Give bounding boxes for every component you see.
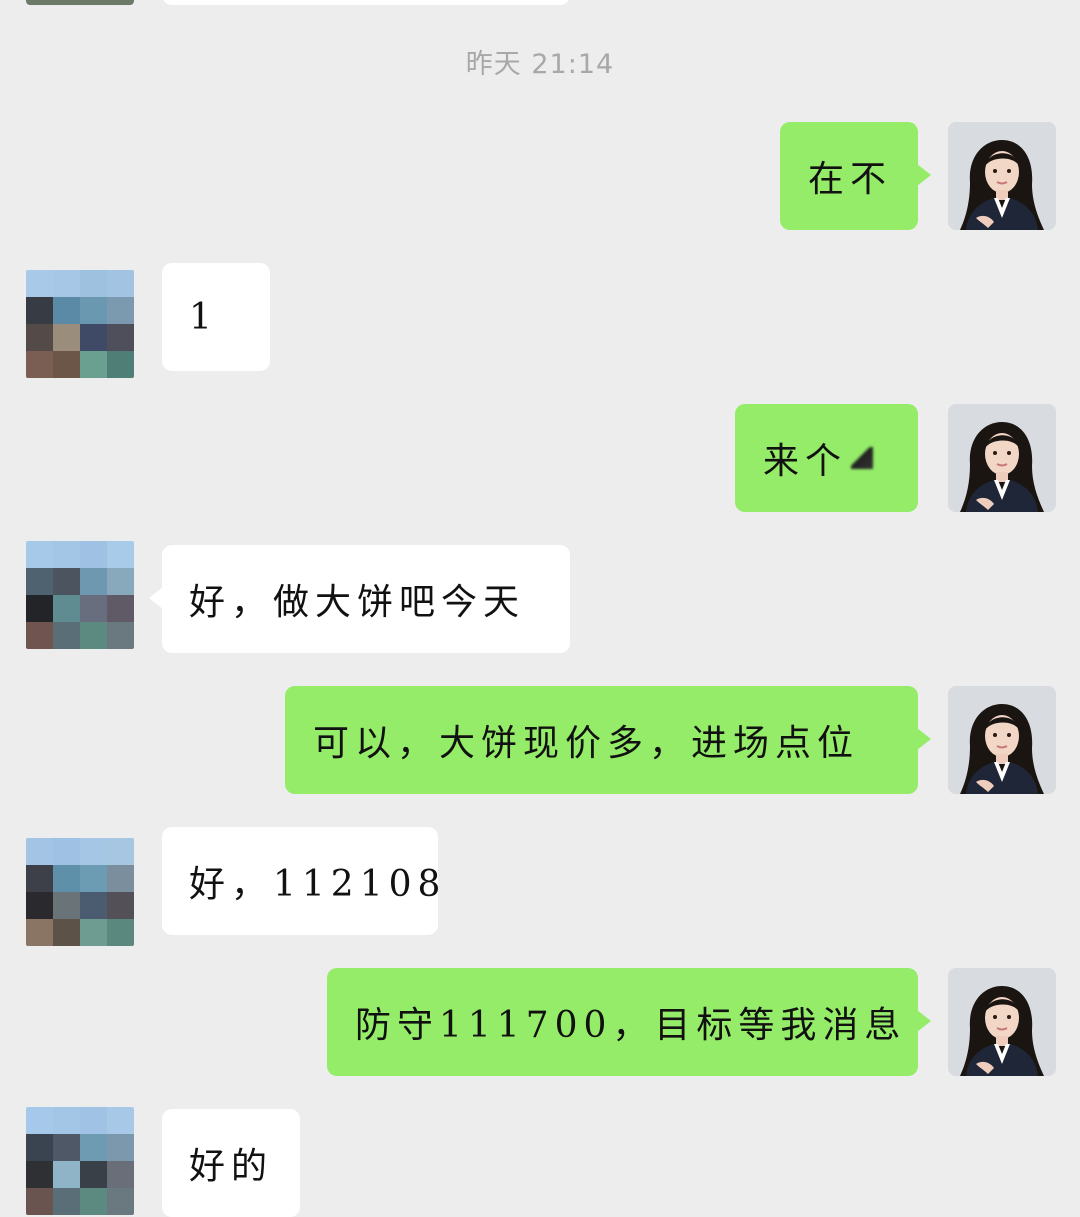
bubble-tail bbox=[149, 587, 163, 609]
message-text: 好，112108 bbox=[189, 864, 447, 905]
their-avatar[interactable] bbox=[26, 541, 134, 649]
previous-message-bubble[interactable] bbox=[162, 0, 570, 5]
my-avatar[interactable] bbox=[948, 122, 1056, 230]
my-avatar[interactable] bbox=[948, 686, 1056, 794]
woman-in-suit-avatar-icon bbox=[948, 122, 1056, 230]
their-message-bubble[interactable]: 1 bbox=[162, 263, 270, 371]
their-avatar[interactable] bbox=[26, 270, 134, 378]
pixelated-avatar-icon bbox=[26, 541, 134, 649]
my-message-bubble[interactable]: 在不 bbox=[780, 122, 931, 230]
my-message-bubble[interactable]: 可以，大饼现价多，进场点位 bbox=[285, 686, 931, 794]
message-text: 好，做大饼吧今天 bbox=[189, 582, 526, 623]
message-text: 来个 bbox=[763, 441, 848, 482]
message-text: 1 bbox=[189, 296, 218, 338]
timestamp-divider: 昨天 21:14 bbox=[465, 49, 615, 80]
their-message-bubble[interactable]: 好，112108 bbox=[162, 827, 440, 935]
their-avatar[interactable] bbox=[26, 838, 134, 946]
my-message-bubble[interactable]: 来个 bbox=[735, 404, 918, 512]
my-avatar[interactable] bbox=[948, 968, 1056, 1076]
pixelated-avatar-icon bbox=[26, 1107, 134, 1215]
emoji-glyph bbox=[851, 447, 874, 469]
woman-in-suit-avatar-icon bbox=[948, 686, 1056, 794]
previous-avatar[interactable] bbox=[26, 0, 134, 5]
woman-in-suit-avatar-icon bbox=[948, 404, 1056, 512]
message-text: 好的 bbox=[189, 1146, 274, 1187]
their-message-bubble[interactable]: 好的 bbox=[162, 1109, 300, 1217]
bubble-tail bbox=[917, 164, 931, 186]
message-text: 防守111700，目标等我消息 bbox=[355, 1005, 907, 1046]
my-avatar[interactable] bbox=[948, 404, 1056, 512]
pixelated-avatar-icon bbox=[26, 838, 134, 946]
their-avatar[interactable] bbox=[26, 1107, 134, 1215]
woman-in-suit-avatar-icon bbox=[948, 968, 1056, 1076]
message-text: 可以，大饼现价多，进场点位 bbox=[313, 723, 860, 764]
message-text: 在不 bbox=[808, 159, 893, 200]
bubble-tail bbox=[917, 1010, 931, 1032]
bubble-tail bbox=[917, 728, 931, 750]
their-message-bubble[interactable]: 好，做大饼吧今天 bbox=[149, 545, 570, 653]
pixelated-avatar-icon bbox=[26, 270, 134, 378]
my-message-bubble[interactable]: 防守111700，目标等我消息 bbox=[327, 968, 931, 1076]
chat-view: 昨天 21:14 在不 1 来个 好，做大饼吧今天 可以，大饼现价多，进场点位 … bbox=[0, 0, 1080, 1217]
